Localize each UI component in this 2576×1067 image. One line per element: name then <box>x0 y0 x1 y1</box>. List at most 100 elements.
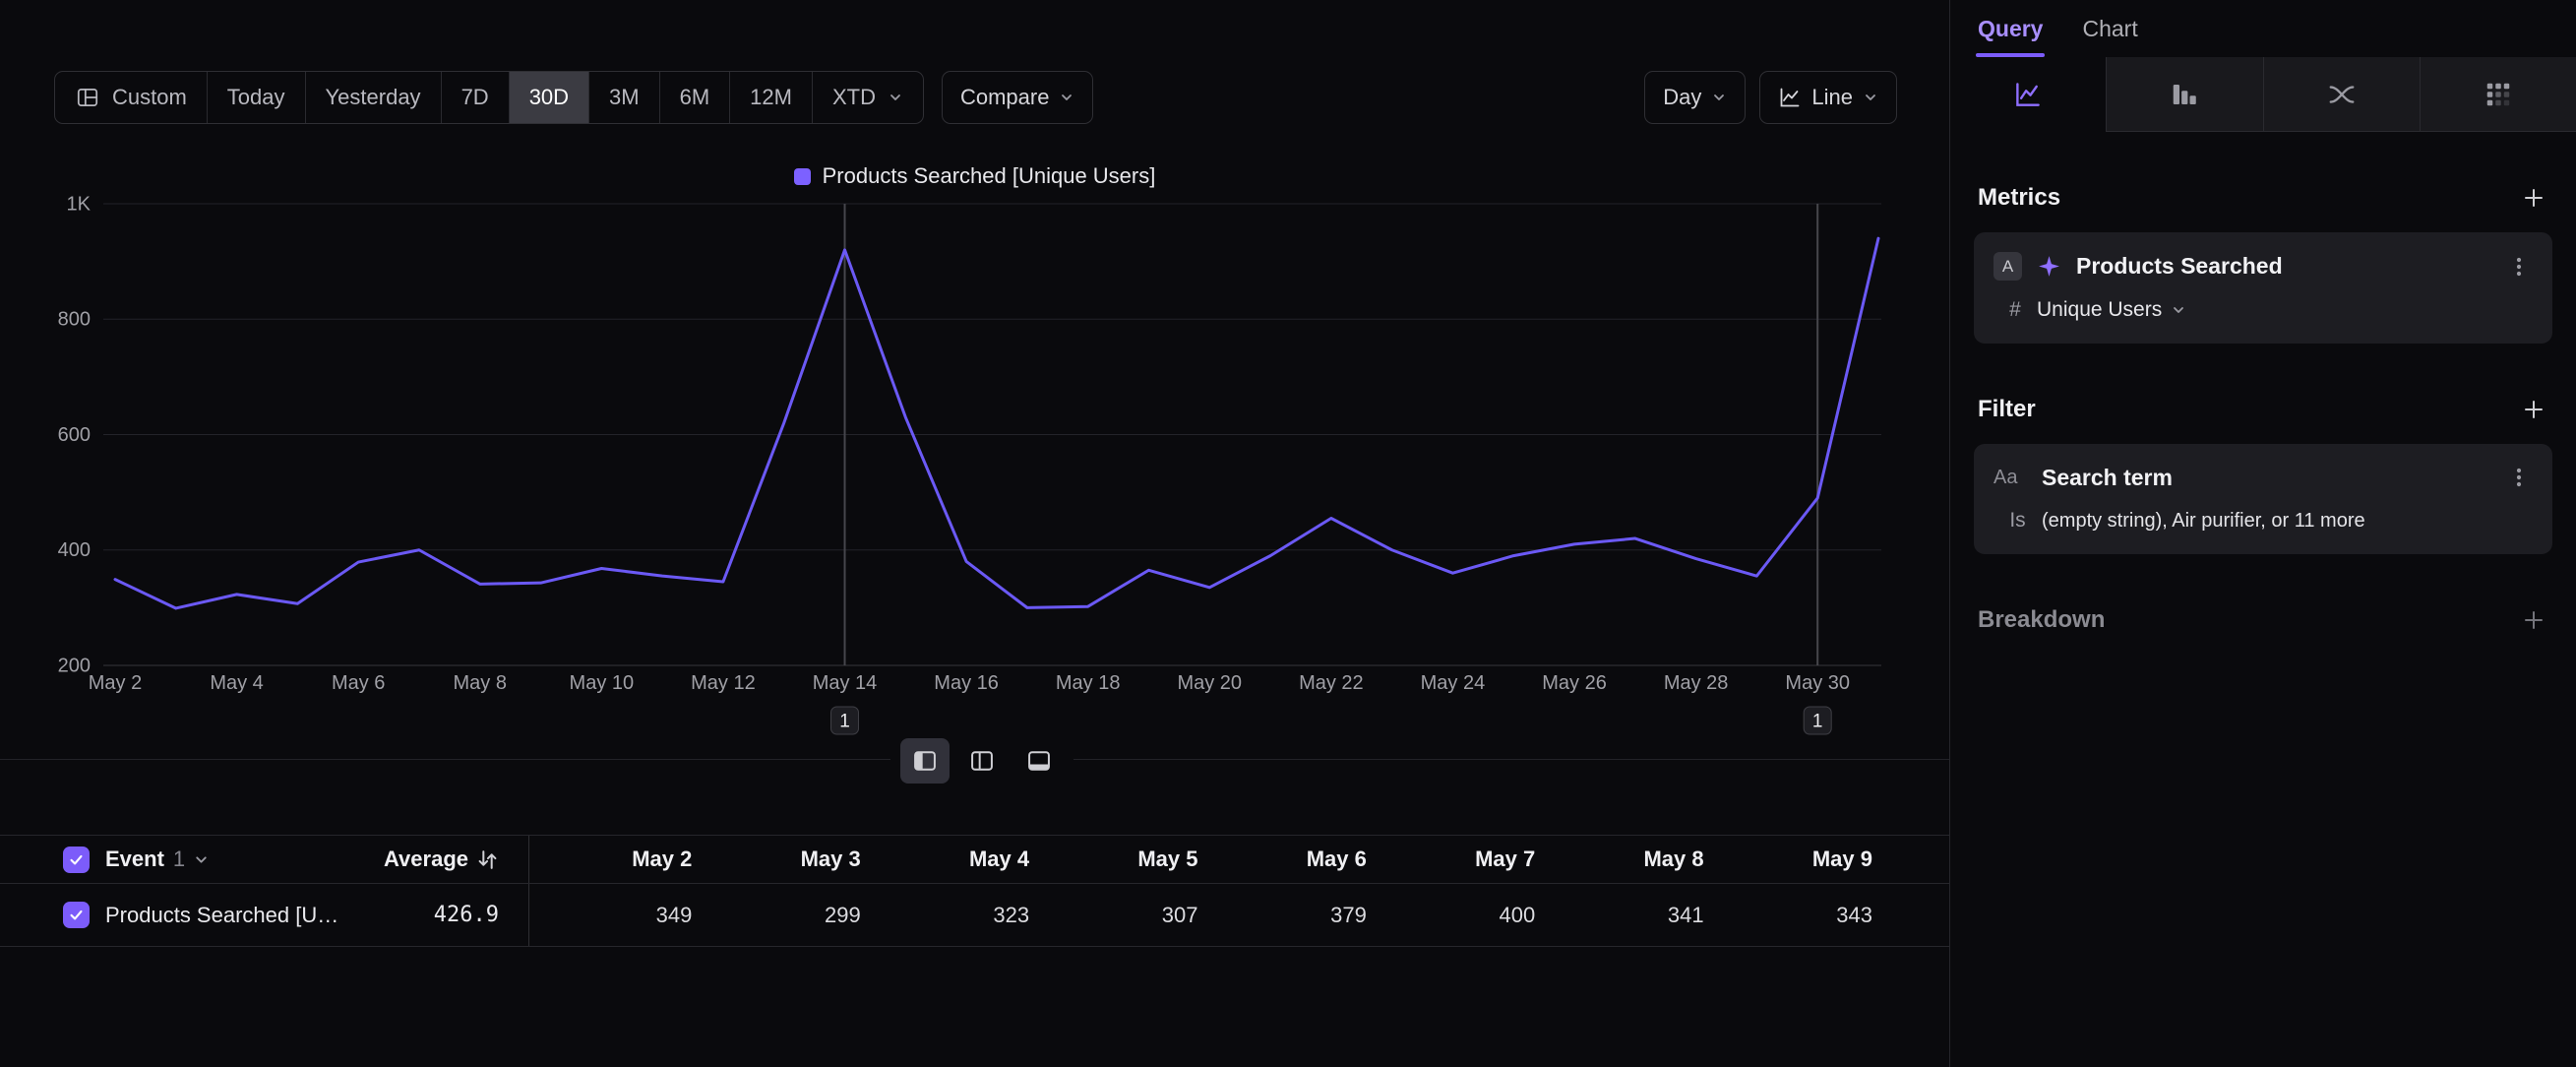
report-tab-flows[interactable] <box>2263 57 2420 132</box>
plus-icon <box>2522 608 2545 632</box>
aggregation-prefix: # <box>1993 298 2037 322</box>
date-range-label: Custom <box>112 85 187 110</box>
date-range-xtd[interactable]: XTD <box>812 72 923 123</box>
report-tab-funnels[interactable] <box>2106 57 2262 132</box>
table-header-row: Event 1 Average May 2May 3May 4May 5May … <box>0 835 1949 884</box>
tab-chart[interactable]: Chart <box>2082 0 2137 57</box>
check-icon <box>68 907 85 923</box>
add-breakdown-button[interactable] <box>2519 605 2548 635</box>
chevron-down-icon[interactable] <box>193 851 210 868</box>
date-range-label: Today <box>227 85 285 110</box>
date-range-group: Custom Today Yesterday 7D 30D3M 6M 12M XTD <box>54 71 924 124</box>
column-header[interactable]: May 5 <box>1035 847 1203 872</box>
date-range-label: 12M <box>750 85 792 110</box>
view-toggle-split-top[interactable] <box>957 738 1007 784</box>
tab-query-label: Query <box>1978 16 2043 42</box>
toolbar-right: Day Line <box>1644 71 1897 124</box>
y-tick-label: 200 <box>58 655 91 676</box>
column-header[interactable]: May 8 <box>1541 847 1709 872</box>
column-header[interactable]: May 2 <box>529 847 698 872</box>
compare-label: Compare <box>960 85 1049 110</box>
x-tick-label: May 16 <box>934 672 999 694</box>
filter-menu-button[interactable] <box>2505 464 2533 491</box>
column-header[interactable]: May 6 <box>1204 847 1373 872</box>
date-range-label: XTD <box>832 85 876 110</box>
metric-name: Products Searched <box>2076 253 2490 280</box>
date-range-3m[interactable]: 3M <box>588 72 659 123</box>
x-tick-label: May 14 <box>813 672 878 694</box>
split-left-icon <box>911 747 939 775</box>
series-line <box>115 238 1878 608</box>
insights-line-chart-icon <box>2013 80 2043 109</box>
date-range-label: 7D <box>461 85 489 110</box>
plus-icon <box>2522 398 2545 421</box>
check-icon <box>68 851 85 868</box>
date-range-7d[interactable]: 7D <box>441 72 509 123</box>
metric-menu-button[interactable] <box>2505 253 2533 281</box>
funnel-bars-icon <box>2170 80 2199 109</box>
x-tick-label: May 10 <box>570 672 635 694</box>
report-tab-retention[interactable] <box>2420 57 2576 132</box>
legend-label: Products Searched [Unique Users] <box>823 163 1156 189</box>
tab-query[interactable]: Query <box>1978 0 2043 57</box>
metric-card[interactable]: A Products Searched # Unique Users <box>1974 232 2552 344</box>
x-tick-label: May 4 <box>210 672 263 694</box>
split-top-icon <box>968 747 996 775</box>
date-range-label: 6M <box>680 85 710 110</box>
metrics-heading: Metrics <box>1978 184 2060 212</box>
main-area: Custom Today Yesterday 7D 30D3M 6M 12M XTD Comp… <box>0 0 1949 1067</box>
custom-range-icon <box>75 85 100 110</box>
add-filter-button[interactable] <box>2519 395 2548 424</box>
filter-type-badge: Aa <box>1993 467 2027 489</box>
select-all-checkbox[interactable] <box>63 847 90 873</box>
report-tab-insights[interactable] <box>1950 57 2106 132</box>
value-cell: 323 <box>867 903 1035 928</box>
chart-only-icon <box>1025 747 1053 775</box>
date-range-6m[interactable]: 6M <box>659 72 730 123</box>
column-header[interactable]: May 9 <box>1710 847 1878 872</box>
chart-toolbar: Custom Today Yesterday 7D 30D3M 6M 12M XTD Comp… <box>54 71 1897 124</box>
filter-value[interactable]: (empty string), Air purifier, or 11 more <box>2042 510 2365 533</box>
compare-button[interactable]: Compare <box>942 71 1093 124</box>
date-range-yesterday[interactable]: Yesterday <box>305 72 441 123</box>
aggregation-selector[interactable]: Unique Users <box>2037 298 2186 322</box>
chart-type-button[interactable]: Line <box>1759 71 1897 124</box>
date-range-custom[interactable]: Custom <box>55 72 207 123</box>
kebab-menu-icon <box>2509 466 2529 489</box>
metrics-section-header: Metrics <box>1950 183 2576 213</box>
granularity-button[interactable]: Day <box>1644 71 1746 124</box>
value-cell: 307 <box>1035 903 1203 928</box>
add-metric-button[interactable] <box>2519 183 2548 213</box>
kebab-menu-icon <box>2509 255 2529 279</box>
filter-operator[interactable]: Is <box>1993 509 2042 533</box>
date-range-30d[interactable]: 30D <box>509 72 588 123</box>
column-header[interactable]: May 3 <box>698 847 866 872</box>
date-range-today[interactable]: Today <box>207 72 305 123</box>
value-cell: 299 <box>698 903 866 928</box>
chevron-down-icon <box>888 90 903 105</box>
average-label: Average <box>384 847 468 872</box>
date-range-12m[interactable]: 12M <box>729 72 812 123</box>
x-tick-label: May 8 <box>454 672 507 694</box>
metric-card-row1: A Products Searched <box>1993 252 2533 281</box>
flows-icon <box>2327 80 2357 109</box>
column-header[interactable]: May 7 <box>1373 847 1541 872</box>
view-toggle-split-left[interactable] <box>900 738 950 784</box>
view-toggle-chart-only[interactable] <box>1014 738 1064 784</box>
column-header[interactable]: May 4 <box>867 847 1035 872</box>
x-tick-label: May 24 <box>1421 672 1486 694</box>
day-column-headers: May 2May 3May 4May 5May 6May 7May 8May 9 <box>529 836 1949 883</box>
row-checkbox[interactable] <box>63 902 90 928</box>
line-chart[interactable]: 2004006008001KMay 2May 4May 6May 8May 10… <box>0 192 1949 783</box>
x-tick-label: May 12 <box>691 672 756 694</box>
sort-icon[interactable] <box>476 848 499 871</box>
average-column-header[interactable]: Average <box>341 847 528 872</box>
chart-type-label: Line <box>1811 85 1853 110</box>
row-event-name[interactable]: Products Searched [Unique Users] <box>105 903 341 928</box>
line-chart-icon <box>1778 86 1802 109</box>
value-cell: 343 <box>1710 903 1878 928</box>
filter-card[interactable]: Aa Search term Is (empty string), Air pu… <box>1974 444 2552 554</box>
metric-card-row2: # Unique Users <box>1993 298 2533 322</box>
y-tick-label: 400 <box>58 539 91 561</box>
retention-grid-icon <box>2484 80 2513 109</box>
